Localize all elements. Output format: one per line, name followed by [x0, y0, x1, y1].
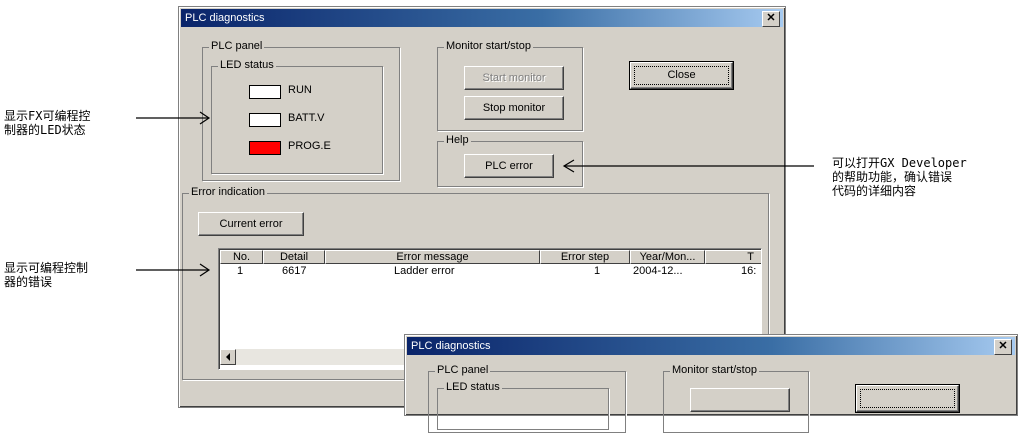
- error-arrow-icon: [136, 263, 211, 277]
- help-legend: Help: [444, 134, 471, 146]
- start-monitor-button[interactable]: Start monitor: [464, 66, 564, 90]
- stop-monitor-button[interactable]: Stop monitor: [464, 96, 564, 120]
- plc-panel-legend: PLC panel: [209, 40, 265, 52]
- close-button[interactable]: Close: [629, 61, 734, 90]
- run-led: [249, 85, 281, 99]
- second-start-monitor-button[interactable]: [690, 388, 790, 412]
- error-annotation-line-2: 器的错误: [4, 275, 53, 289]
- second-window-title: PLC diagnostics: [411, 340, 491, 352]
- led-annotation-line-2: 制器的LED状态: [4, 123, 86, 137]
- cell-step: 1: [594, 265, 601, 277]
- cell-detail: 6617: [282, 265, 307, 277]
- second-plc-diagnostics-window: PLC diagnostics ✕ PLC panel LED status M…: [404, 334, 1018, 433]
- second-close-icon[interactable]: ✕: [994, 339, 1012, 355]
- second-focus-rect: [860, 389, 955, 408]
- monitor-group: Monitor start/stop Start monitor Stop mo…: [437, 40, 583, 131]
- plc-error-button[interactable]: PLC error: [464, 154, 554, 178]
- second-close-button[interactable]: [855, 384, 960, 413]
- scroll-left-icon[interactable]: [220, 349, 236, 365]
- led-annotation: 显示FX可编程控 制器的LED状态: [4, 109, 90, 137]
- column-header-no[interactable]: No.: [220, 250, 263, 264]
- error-annotation-line-1: 显示可编程控制: [4, 261, 89, 275]
- batt-led: [249, 113, 281, 127]
- second-monitor-group: Monitor start/stop: [663, 364, 809, 433]
- window-title: PLC diagnostics: [185, 12, 265, 24]
- help-annotation-line-1: 可以打开GX Developer: [832, 156, 967, 170]
- led-arrow-icon: [136, 111, 211, 125]
- error-annotation: 显示可编程控制 器的错误: [4, 261, 88, 289]
- help-annotation: 可以打开GX Developer 的帮助功能，确认错误 代码的详细内容: [832, 156, 967, 198]
- led-status-legend: LED status: [218, 59, 276, 71]
- plc-panel-group: PLC panel LED status RUN BATT.V PROG.E: [202, 40, 400, 181]
- cell-no: 1: [237, 265, 244, 277]
- cell-message: Ladder error: [394, 265, 455, 277]
- led-status-group: LED status RUN BATT.V PROG.E: [211, 59, 383, 174]
- second-led-status-group: LED status: [437, 381, 609, 430]
- batt-led-label: BATT.V: [288, 112, 325, 124]
- proge-led-label: PROG.E: [288, 140, 331, 152]
- second-plc-panel-group: PLC panel LED status: [428, 364, 626, 433]
- help-annotation-line-2: 的帮助功能，确认错误: [832, 170, 953, 184]
- cell-date: 2004-12...: [633, 265, 683, 277]
- column-header-step[interactable]: Error step: [540, 250, 630, 264]
- cell-time: 16:: [741, 265, 757, 277]
- second-monitor-legend: Monitor start/stop: [670, 364, 759, 376]
- second-led-status-legend: LED status: [444, 381, 502, 393]
- close-icon[interactable]: ✕: [762, 11, 780, 27]
- horizontal-scrollbar[interactable]: [220, 349, 420, 365]
- run-led-label: RUN: [288, 84, 312, 96]
- help-arrow-icon: [562, 159, 814, 173]
- title-bar: PLC diagnostics ✕: [181, 9, 783, 27]
- monitor-legend: Monitor start/stop: [444, 40, 533, 52]
- second-title-bar: PLC diagnostics ✕: [407, 337, 1015, 355]
- proge-led: [249, 141, 281, 155]
- led-annotation-line-1: 显示FX可编程控: [4, 109, 91, 123]
- second-plc-panel-legend: PLC panel: [435, 364, 491, 376]
- column-header-time[interactable]: T: [705, 250, 761, 264]
- focus-rect: [634, 66, 729, 85]
- column-header-detail[interactable]: Detail: [263, 250, 325, 264]
- current-error-button[interactable]: Current error: [198, 212, 304, 236]
- column-header-date[interactable]: Year/Mon...: [630, 250, 705, 264]
- help-annotation-line-3: 代码的详细内容: [832, 184, 917, 198]
- column-header-message[interactable]: Error message: [325, 250, 540, 264]
- error-indication-legend: Error indication: [189, 186, 267, 198]
